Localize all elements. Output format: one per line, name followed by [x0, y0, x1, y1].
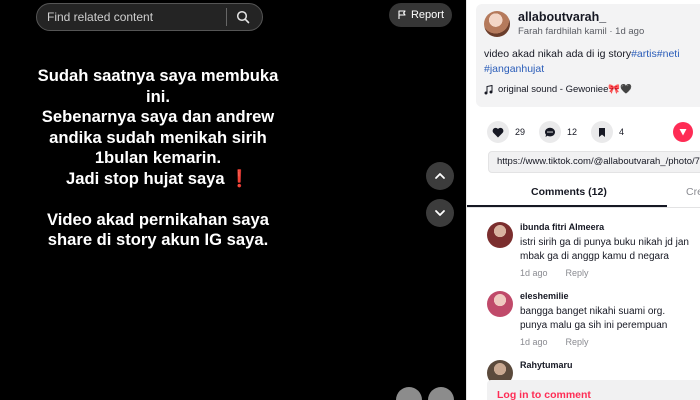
author-meta: Farah fardhilah kamil · 1d ago	[518, 26, 644, 37]
report-label: Report	[410, 9, 445, 21]
tab-bar: Comments (12) Cre	[467, 178, 700, 208]
author-display-name: Farah fardhilah kamil	[518, 26, 607, 37]
hashtag-link[interactable]: #janganhujat	[484, 63, 544, 75]
sound-name: original sound - Gewoniee🎀🖤	[498, 84, 633, 95]
comment-body: Rahytumaru	[520, 360, 700, 370]
comment-body: eleshemilie bangga banget nikahi suami o…	[520, 291, 700, 347]
comment-count: 12	[567, 127, 578, 137]
caption-line-with-emoji: Jadi stop hujat saya ❗	[8, 169, 308, 190]
search-box	[36, 3, 263, 31]
exclamation-emoji: ❗	[229, 168, 250, 188]
reply-button[interactable]: Reply	[566, 337, 589, 347]
copy-link-field[interactable]: https://www.tiktok.com/@allaboutvarah_/p…	[488, 151, 700, 173]
reply-button[interactable]: Reply	[566, 268, 589, 278]
detail-panel: allaboutvarah_ Farah fardhilah kamil · 1…	[466, 0, 700, 400]
comment-meta: 1d ago Reply	[520, 268, 700, 278]
app-root: Report Sudah saatnya saya membuka ini. S…	[0, 0, 700, 400]
caption-line: ini.	[146, 86, 170, 106]
author-username[interactable]: allaboutvarah_	[518, 10, 644, 24]
chevron-down-icon	[435, 210, 445, 216]
comment-text: bangga banget nikahi suami org. punya ma…	[520, 305, 700, 333]
caption-line-text: Jadi stop hujat saya	[66, 168, 225, 188]
share-arrow-icon	[679, 129, 687, 136]
comment-button[interactable]: 12	[539, 121, 577, 143]
comment-text: istri sirih ga di punya buku nikah jd ja…	[520, 236, 700, 264]
search-button[interactable]	[227, 3, 259, 31]
video-caption: Sudah saatnya saya membuka ini. Sebenarn…	[8, 66, 308, 251]
report-button[interactable]: Report	[389, 3, 452, 27]
tab-comments[interactable]: Comments (12)	[531, 186, 607, 198]
favorite-icon-wrap	[591, 121, 614, 143]
author-info: allaboutvarah_ Farah fardhilah kamil · 1…	[518, 10, 644, 37]
author-avatar[interactable]	[484, 10, 510, 37]
like-button[interactable]: 29	[487, 121, 525, 143]
caption-line: andika sudah menikah sirih	[49, 127, 267, 147]
commenter-avatar[interactable]	[487, 291, 513, 317]
comment-line: punya malu ga sih ini perempuan	[520, 320, 668, 331]
commenter-name[interactable]: eleshemilie	[520, 291, 700, 301]
caption-gap	[8, 190, 308, 210]
comment-time: 1d ago	[520, 337, 548, 347]
comment-time: 1d ago	[520, 268, 548, 278]
search-icon	[236, 10, 250, 24]
flag-icon	[398, 10, 406, 19]
like-count: 29	[515, 127, 526, 137]
caption-line: Sudah saatnya saya membuka	[37, 66, 279, 85]
like-icon-wrap	[487, 121, 509, 143]
comment-line: bangga banget nikahi suami org.	[520, 306, 666, 317]
tab-creator-videos[interactable]: Cre	[686, 186, 700, 198]
comment-line: istri sirih ga di punya buku nikah jd ja…	[520, 237, 689, 248]
action-bar: 29 12 4	[487, 121, 638, 143]
chevron-up-icon	[435, 173, 445, 179]
description-text: video akad nikah ada di ig story	[484, 48, 632, 60]
commenter-avatar[interactable]	[487, 222, 513, 248]
author-card: allaboutvarah_ Farah fardhilah kamil · 1…	[476, 4, 700, 107]
video-area: Report Sudah saatnya saya membuka ini. S…	[0, 0, 466, 400]
author-row: allaboutvarah_ Farah fardhilah kamil · 1…	[484, 10, 700, 37]
next-video-button[interactable]	[426, 199, 454, 227]
caption-line: Sebenarnya saya dan andrew	[41, 107, 275, 127]
active-tab-indicator	[467, 205, 667, 207]
caption-line: share di story akun IG saya.	[47, 230, 269, 250]
video-description: video akad nikah ada di ig story#artis#n…	[484, 47, 700, 77]
login-to-comment-button[interactable]: Log in to comment	[487, 380, 700, 400]
comment-line: mbak ga di anggp kamu d negara	[520, 251, 669, 262]
comment-meta: 1d ago Reply	[520, 337, 700, 347]
comment-icon	[545, 127, 556, 137]
comment-icon-wrap	[539, 121, 562, 143]
sound-link[interactable]: original sound - Gewoniee🎀🖤	[484, 84, 700, 95]
comment-body: ibunda fitri Almeera istri sirih ga di p…	[520, 222, 700, 278]
post-time: 1d ago	[615, 26, 645, 37]
caption-line: 1bulan kemarin.	[94, 148, 222, 168]
previous-video-button[interactable]	[426, 162, 454, 190]
hashtag-link[interactable]: #artis	[631, 48, 657, 60]
music-note-icon	[484, 84, 493, 94]
favorite-count: 4	[619, 127, 625, 137]
heart-icon	[492, 127, 504, 137]
commenter-name[interactable]: Rahytumaru	[520, 360, 700, 370]
commenter-name[interactable]: ibunda fitri Almeera	[520, 222, 700, 232]
caption-line: Video akad pernikahan saya	[47, 209, 269, 229]
search-input[interactable]	[47, 10, 222, 24]
share-button[interactable]	[673, 122, 693, 142]
bookmark-icon	[599, 127, 606, 137]
hashtag-link[interactable]: #neti	[657, 48, 680, 60]
favorite-button[interactable]: 4	[591, 121, 624, 143]
